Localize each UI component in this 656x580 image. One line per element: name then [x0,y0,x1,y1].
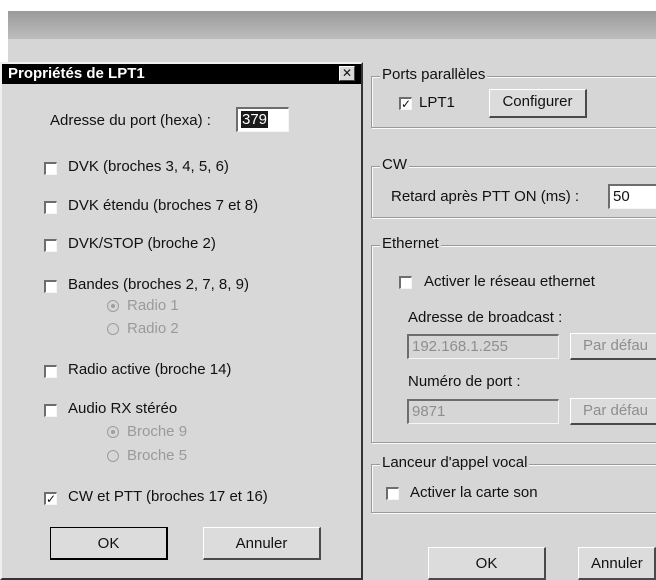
dvk-stop-checkbox[interactable] [44,239,57,252]
parallel-ports-legend: Ports parallèles [380,66,488,84]
configure-button[interactable]: Configurer [489,89,587,118]
parent-ok-button[interactable]: OK [428,547,546,580]
broche5-option[interactable] [107,450,119,462]
broadcast-default-button[interactable]: Par défau [570,333,656,360]
dialog-body: Adresse du port (hexa) : 379 DVK (broche… [10,90,355,574]
parent-cancel-button[interactable]: Annuler [578,547,656,580]
dvk-label: DVK (broches 3, 4, 5, 6) [68,158,229,175]
dialog-cancel-button[interactable]: Annuler [203,527,321,560]
ethernet-enable-label: Activer le réseau ethernet [424,273,595,290]
cw-ptt-checkbox[interactable]: ✓ [44,492,57,505]
port-default-button[interactable]: Par défau [570,398,656,425]
bandes-checkbox[interactable] [44,280,57,293]
port-number-label: Numéro de port : [408,373,521,390]
dvk-extended-label: DVK étendu (broches 7 et 8) [68,197,259,214]
port-address-input[interactable]: 379 [236,107,289,132]
lpt1-properties-dialog: Propriétés de LPT1 ✕ Adresse du port (he… [0,62,363,580]
radio1-label: Radio 1 [127,297,179,314]
ptt-delay-input[interactable]: 50 [608,184,656,209]
dvk-stop-label: DVK/STOP (broche 2) [68,235,216,252]
ethernet-enable-checkbox[interactable] [399,276,412,289]
ptt-delay-label: Retard après PTT ON (ms) : [391,188,580,205]
radio2-label: Radio 2 [127,320,179,337]
port-address-selection: 379 [241,111,269,128]
vocal-call-group: Lanceur d'appel vocal Activer la carte s… [371,454,656,513]
lpt1-checkbox[interactable]: ✓ [399,97,412,110]
parent-window-titlebar [8,11,656,39]
broche5-label: Broche 5 [127,447,188,464]
broche9-option[interactable] [107,426,119,438]
dvk-extended-checkbox[interactable] [44,201,57,214]
cw-ptt-label: CW et PTT (broches 17 et 16) [68,488,268,505]
audio-rx-stereo-checkbox[interactable] [44,404,57,417]
broadcast-input[interactable]: 192.168.1.255 [407,334,559,359]
broche9-label: Broche 9 [127,423,188,440]
port-address-label: Adresse du port (hexa) : [50,112,211,129]
lpt1-label: LPT1 [419,94,455,111]
dialog-titlebar: Propriétés de LPT1 ✕ [2,64,361,84]
dialog-ok-button[interactable]: OK [50,527,168,560]
sound-card-checkbox[interactable] [386,487,399,500]
radio2-option[interactable] [107,323,119,335]
cw-group: CW Retard après PTT ON (ms) : 50 [371,156,656,218]
dvk-checkbox[interactable] [44,162,57,175]
parallel-ports-group: Ports parallèles ✓ LPT1 Configurer [371,66,656,128]
audio-rx-stereo-label: Audio RX stéréo [68,400,178,417]
sound-card-label: Activer la carte son [410,484,538,501]
cw-legend: CW [380,156,409,174]
close-icon[interactable]: ✕ [339,66,355,81]
dialog-title: Propriétés de LPT1 [8,65,145,82]
radio1-option[interactable] [107,300,119,312]
broadcast-label: Adresse de broadcast : [408,309,563,326]
radio-active-label: Radio active (broche 14) [68,361,232,378]
bandes-label: Bandes (broches 2, 7, 8, 9) [68,276,249,293]
vocal-call-legend: Lanceur d'appel vocal [380,454,530,472]
port-number-input[interactable]: 9871 [407,399,559,424]
radio-active-checkbox[interactable] [44,365,57,378]
ethernet-group: Ethernet Activer le réseau ethernet Adre… [371,235,656,443]
ethernet-legend: Ethernet [380,235,441,253]
